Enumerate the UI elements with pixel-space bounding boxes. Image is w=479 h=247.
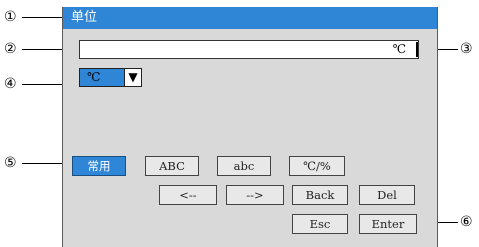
- callout-1-line: [22, 17, 64, 18]
- cursor-right-button[interactable]: -->: [226, 185, 284, 205]
- callout-3: ③: [460, 41, 473, 57]
- escape-button[interactable]: Esc: [292, 214, 348, 234]
- callout-2: ②: [4, 41, 17, 57]
- mode-lowercase-button[interactable]: abc: [217, 156, 271, 176]
- text-cursor: [416, 42, 418, 57]
- callout-4: ④: [4, 76, 17, 92]
- enter-button[interactable]: Enter: [359, 214, 417, 234]
- backspace-button[interactable]: Back: [292, 185, 348, 205]
- cursor-left-button[interactable]: <--: [159, 185, 217, 205]
- unit-select-value: ℃: [79, 68, 125, 87]
- delete-button[interactable]: Del: [359, 185, 415, 205]
- mode-uppercase-button[interactable]: ABC: [145, 156, 199, 176]
- mode-common-button[interactable]: 常用: [72, 156, 126, 176]
- dropdown-arrow-icon[interactable]: ▼: [125, 68, 142, 87]
- unit-input-field[interactable]: ℃: [79, 40, 419, 59]
- callout-1: ①: [4, 9, 17, 25]
- unit-select[interactable]: ℃ ▼: [79, 68, 142, 87]
- unit-dialog: 单位 ℃ ℃ ▼ 常用 ABC abc ℃/% <-- --> Back Del…: [62, 7, 438, 247]
- unit-input-value: ℃: [392, 42, 406, 56]
- dialog-title: 单位: [63, 7, 437, 29]
- callout-5: ⑤: [4, 155, 17, 171]
- mode-unit-button[interactable]: ℃/%: [289, 156, 345, 176]
- callout-6: ⑥: [460, 214, 473, 230]
